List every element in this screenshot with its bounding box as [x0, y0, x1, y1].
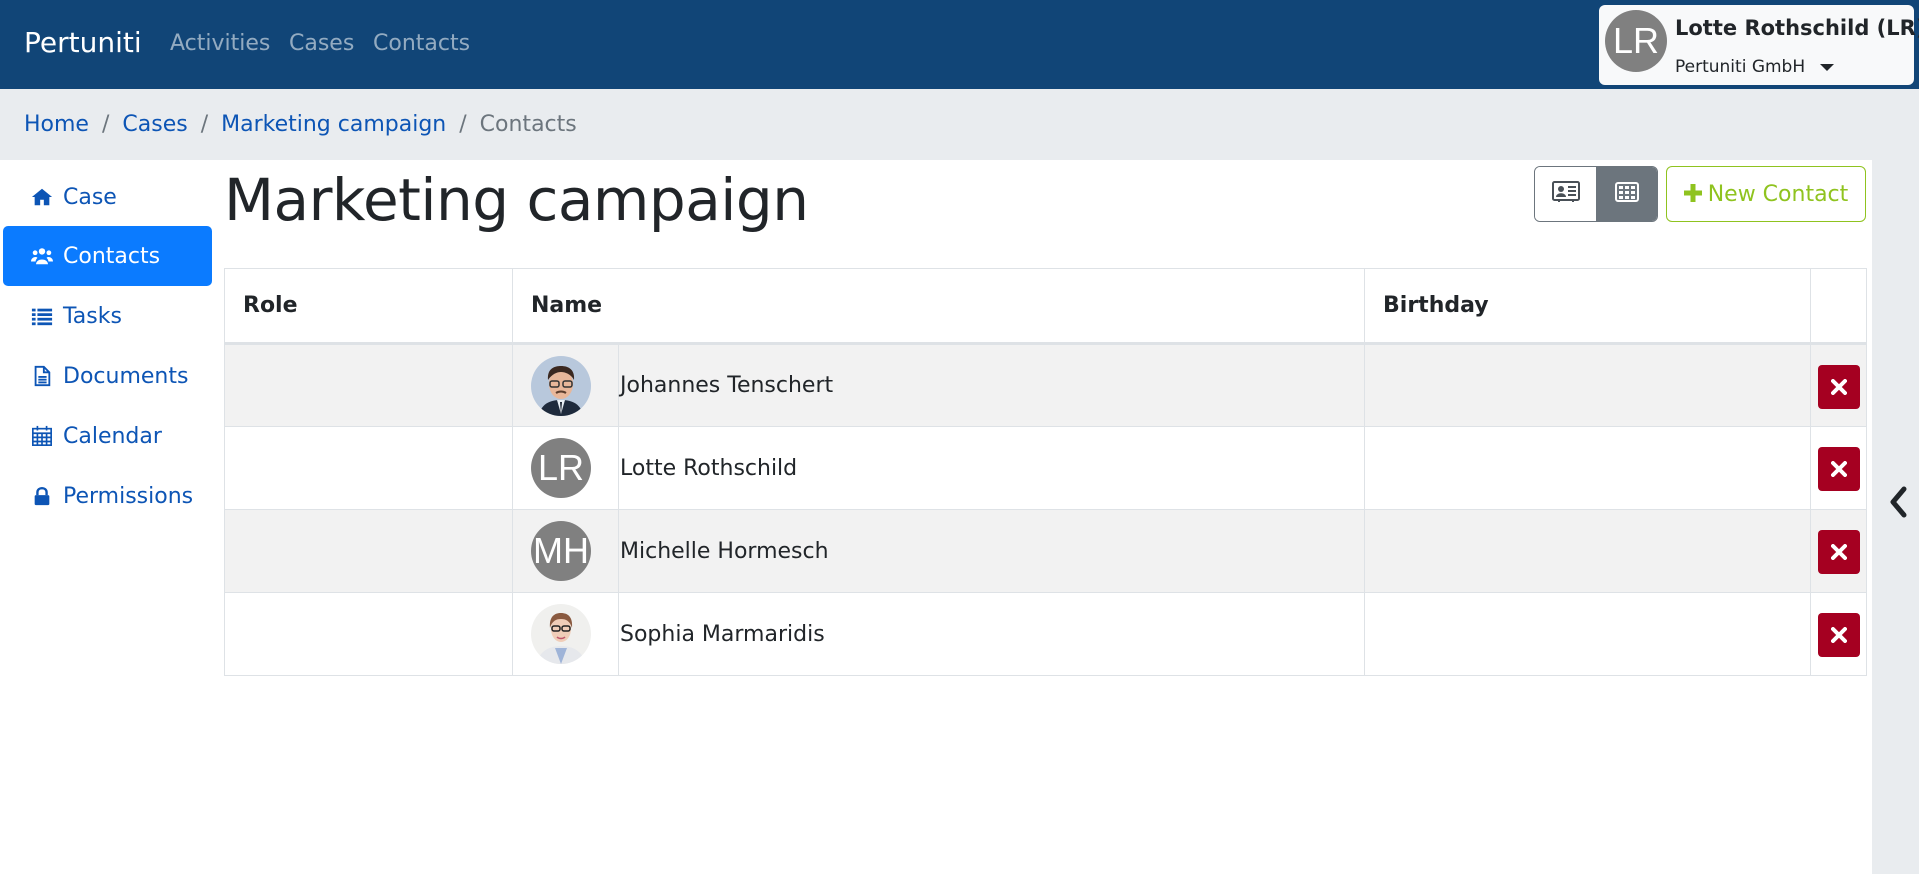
birthday-cell: [1364, 426, 1812, 510]
sidebar-item-documents[interactable]: Documents: [3, 346, 212, 406]
sidebar-item-label: Contacts: [63, 243, 161, 269]
users-icon: [30, 245, 54, 267]
home-icon: [30, 186, 54, 208]
nav-link-activities[interactable]: Activities: [170, 31, 270, 56]
breadcrumb: Home / Cases / Marketing campaign / Cont…: [24, 112, 577, 137]
table-row[interactable]: LR Lotte Rothschild: [224, 426, 1868, 510]
birthday-cell: [1364, 343, 1812, 427]
close-icon: [1830, 378, 1847, 395]
list-icon: [30, 305, 54, 327]
breadcrumb-separator: /: [459, 112, 467, 137]
user-organization: Pertuniti GmbH: [1675, 57, 1806, 77]
name-cell[interactable]: Sophia Marmaridis: [617, 592, 1366, 676]
sidebar-item-label: Tasks: [63, 303, 122, 329]
name-cell[interactable]: Lotte Rothschild: [617, 426, 1366, 510]
table-header-row: Role Name Birthday: [224, 268, 1868, 345]
breadcrumb-separator: /: [200, 112, 209, 137]
contact-photo-avatar: [531, 355, 591, 416]
table-row[interactable]: MH Michelle Hormesch: [224, 509, 1868, 593]
sidebar-item-case[interactable]: Case: [3, 167, 212, 227]
sidebar-item-label: Permissions: [63, 483, 194, 509]
contacts-table: Role Name Birthday Johannes Tenschert LR…: [224, 268, 1868, 676]
role-cell: [224, 426, 513, 510]
new-contact-label: New Contact: [1707, 181, 1849, 207]
contact-initials-avatar: MH: [531, 521, 591, 581]
view-mode-toggle: [1534, 166, 1658, 222]
expand-panel-button[interactable]: [1888, 485, 1908, 519]
column-header-actions: [1810, 268, 1868, 345]
page-title: Marketing campaign: [224, 166, 809, 234]
sidebar-item-label: Documents: [63, 363, 189, 389]
address-card-icon: [1551, 181, 1580, 207]
column-header-role[interactable]: Role: [224, 268, 513, 345]
remove-contact-button[interactable]: [1817, 364, 1860, 409]
nav-link-cases[interactable]: Cases: [289, 31, 354, 56]
breadcrumb-bar: Home / Cases / Marketing campaign / Cont…: [0, 89, 1919, 160]
plus-icon: [1683, 181, 1702, 207]
column-header-name[interactable]: Name: [511, 268, 1366, 345]
sidebar-item-tasks[interactable]: Tasks: [3, 286, 212, 346]
birthday-cell: [1364, 509, 1812, 593]
role-cell: [224, 343, 513, 427]
calendar-icon: [30, 425, 54, 447]
remove-contact-button[interactable]: [1817, 447, 1860, 491]
name-cell[interactable]: Michelle Hormesch: [617, 509, 1366, 593]
user-avatar: LR: [1605, 10, 1667, 72]
document-icon: [30, 365, 54, 387]
contact-photo-avatar: [531, 604, 591, 664]
breadcrumb-current: Contacts: [479, 112, 577, 137]
role-cell: [224, 592, 513, 676]
caret-down-icon: [1820, 64, 1834, 71]
contact-initials-avatar: LR: [531, 438, 591, 498]
breadcrumb-separator: /: [101, 112, 110, 137]
remove-contact-button[interactable]: [1817, 530, 1860, 574]
sidebar-item-contacts[interactable]: Contacts: [3, 226, 212, 286]
right-panel-strip: [1872, 160, 1919, 874]
birthday-cell: [1364, 592, 1812, 676]
sidebar-item-permissions[interactable]: Permissions: [3, 466, 212, 526]
table-row[interactable]: Johannes Tenschert: [224, 343, 1868, 427]
breadcrumb-cases[interactable]: Cases: [122, 112, 187, 137]
brand-logo[interactable]: Pertuniti: [24, 26, 142, 59]
breadcrumb-home[interactable]: Home: [24, 112, 89, 137]
breadcrumb-marketing-campaign[interactable]: Marketing campaign: [221, 112, 446, 137]
role-cell: [224, 509, 513, 593]
close-icon: [1830, 461, 1847, 477]
name-cell[interactable]: Johannes Tenschert: [617, 343, 1366, 427]
remove-contact-button[interactable]: [1817, 613, 1860, 657]
user-name: Lotte Rothschild (LR): [1675, 16, 1919, 40]
new-contact-button[interactable]: New Contact: [1666, 166, 1866, 222]
nav-link-contacts[interactable]: Contacts: [373, 31, 470, 56]
sidebar-item-calendar[interactable]: Calendar: [3, 406, 212, 466]
close-icon: [1830, 544, 1847, 560]
user-menu-dropdown[interactable]: LR Lotte Rothschild (LR) Pertuniti GmbH: [1599, 5, 1919, 85]
lock-icon: [30, 485, 54, 507]
chevron-left-icon: [1890, 486, 1907, 518]
table-row[interactable]: Sophia Marmaridis: [224, 592, 1868, 676]
close-icon: [1830, 627, 1847, 643]
sidebar-item-label: Case: [63, 184, 117, 210]
table-view-button[interactable]: [1596, 167, 1657, 221]
column-header-birthday[interactable]: Birthday: [1364, 268, 1812, 345]
sidebar-item-label: Calendar: [63, 423, 162, 449]
top-navbar: Pertuniti Activities Cases Contacts LR L…: [0, 0, 1919, 89]
card-view-button[interactable]: [1535, 167, 1596, 221]
table-icon: [1614, 182, 1639, 206]
